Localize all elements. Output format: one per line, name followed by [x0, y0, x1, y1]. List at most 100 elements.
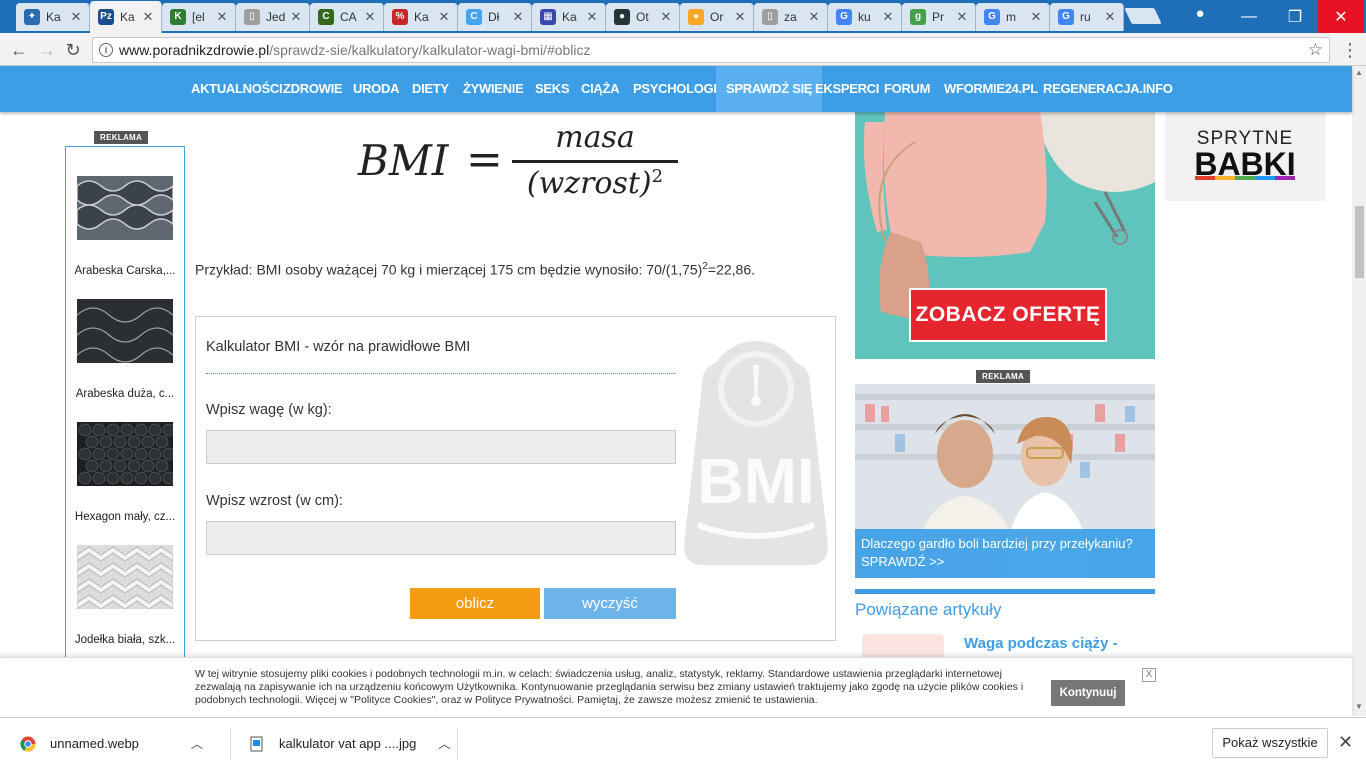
browser-tab[interactable]: g Pr ✕ [902, 3, 976, 31]
tab-close-icon[interactable]: ✕ [585, 9, 599, 25]
browser-tab[interactable]: K [el ✕ [162, 3, 236, 31]
tab-close-icon[interactable]: ✕ [1029, 9, 1043, 25]
download-filename: kalkulator vat app ....jpg [279, 736, 417, 751]
nav-item-regeneracja[interactable]: REGENERACJA.INFO [1043, 66, 1173, 112]
browser-tab[interactable]: C CA ✕ [310, 3, 384, 31]
sweater-ad[interactable]: ZOBACZ OFERTĘ [855, 112, 1155, 359]
tile-hexagon-image [77, 422, 176, 486]
nav-item-uroda[interactable]: URODA [353, 66, 399, 112]
chrome-file-icon [20, 736, 36, 752]
browser-tab[interactable]: C Dł ✕ [458, 3, 532, 31]
browser-tab[interactable]: ● Ot ✕ [606, 3, 680, 31]
browser-toolbar: ← → ↻ i www.poradnikzdrowie.pl/sprawdz-s… [0, 33, 1366, 66]
tab-close-icon[interactable]: ✕ [1103, 9, 1117, 25]
minimize-button[interactable]: — [1226, 0, 1272, 33]
cookie-text: W tej witrynie stosujemy pliki cookies i… [195, 668, 1024, 706]
bookmark-star-icon[interactable]: ☆ [1308, 38, 1323, 62]
nav-item-sprawdz-sie[interactable]: SPRAWDŹ SIĘ [716, 66, 823, 112]
ad-product[interactable]: Arabeska Carska,... [66, 176, 184, 277]
zobacz-oferte-button[interactable]: ZOBACZ OFERTĘ [909, 288, 1107, 342]
calculator-title: Kalkulator BMI - wzór na prawidłowe BMI [206, 339, 471, 355]
browser-tab[interactable]: ▯ za ✕ [754, 3, 828, 31]
browser-tab[interactable]: Gm ✕ [976, 3, 1050, 31]
browser-tab[interactable]: ▦ Ka ✕ [532, 3, 606, 31]
left-ad-panel[interactable]: Arabeska Carska,... Arabeska duża, c... … [65, 146, 185, 666]
tab-close-icon[interactable]: ✕ [141, 9, 155, 25]
ad-product-name: Jodełka biała, szk... [74, 634, 176, 646]
tab-favicon-icon: ▯ [244, 9, 260, 25]
scroll-up-icon[interactable]: ▲ [1352, 68, 1366, 80]
weight-input[interactable] [206, 430, 676, 464]
tab-close-icon[interactable]: ✕ [511, 9, 525, 25]
tab-close-icon[interactable]: ✕ [289, 9, 303, 25]
browser-tab[interactable]: Gku ✕ [828, 3, 902, 31]
cookie-close-icon[interactable]: X [1142, 668, 1156, 682]
forward-arrow-icon[interactable]: → [36, 39, 58, 61]
profile-icon[interactable]: ● [1190, 5, 1210, 25]
chevron-up-icon[interactable]: ︿ [438, 735, 450, 752]
related-article-link[interactable]: Waga podczas ciąży - [964, 635, 1118, 652]
address-bar[interactable]: i www.poradnikzdrowie.pl/sprawdz-sie/kal… [92, 37, 1330, 63]
tab-label: Or [710, 10, 724, 24]
browser-tab[interactable]: Pz Ka ✕ [90, 1, 162, 33]
pharmacy-ad[interactable]: Dlaczego gardło boli bardziej przy przeł… [855, 384, 1155, 578]
tab-close-icon[interactable]: ✕ [659, 9, 673, 25]
nav-item-wformie24[interactable]: WFORMIE24.PL [944, 66, 1038, 112]
height-input[interactable] [206, 521, 676, 555]
download-filename: unnamed.webp [50, 736, 139, 751]
browser-tab[interactable]: ● Or ✕ [680, 3, 754, 31]
tab-favicon-icon: G [836, 9, 852, 25]
babki-color-stripe [1195, 176, 1295, 180]
download-item[interactable]: kalkulator vat app ....jpg ︿ [249, 718, 450, 768]
tab-label: m [1006, 10, 1016, 24]
restore-button[interactable]: ❐ [1272, 0, 1318, 33]
ad-product[interactable]: Arabeska duża, c... [66, 299, 184, 400]
calculate-button[interactable]: oblicz [410, 588, 540, 619]
tab-close-icon[interactable]: ✕ [363, 9, 377, 25]
chevron-up-icon[interactable]: ︿ [191, 735, 203, 752]
tab-close-icon[interactable]: ✕ [881, 9, 895, 25]
download-separator [230, 728, 231, 760]
info-icon[interactable]: i [99, 43, 113, 57]
download-item[interactable]: unnamed.webp ︿ [20, 718, 203, 768]
nav-item-ciaza[interactable]: CIĄŻA [581, 66, 620, 112]
ad-product-name: Arabeska Carska,... [74, 265, 176, 277]
nav-item-zdrowie[interactable]: ZDROWIE [283, 66, 343, 112]
nav-item-eksperci[interactable]: EKSPERCI [815, 66, 879, 112]
browser-tab[interactable]: ✦ Ka ✕ [16, 3, 90, 31]
tab-label: Ka [414, 10, 429, 24]
tab-label: CA [340, 10, 357, 24]
browser-tab[interactable]: % Ka ✕ [384, 3, 458, 31]
tab-close-icon[interactable]: ✕ [437, 9, 451, 25]
tab-close-icon[interactable]: ✕ [807, 9, 821, 25]
new-tab-button[interactable] [1124, 8, 1162, 24]
nav-item-diety[interactable]: DIETY [412, 66, 449, 112]
nav-item-psychologia[interactable]: PSYCHOLOGIA [633, 66, 726, 112]
clear-button[interactable]: wyczyść [544, 588, 676, 619]
browser-tab[interactable]: Gru ✕ [1050, 3, 1124, 31]
tab-label: Ot [636, 10, 649, 24]
reload-icon[interactable]: ↻ [62, 39, 84, 61]
tab-close-icon[interactable]: ✕ [215, 9, 229, 25]
nav-item-seks[interactable]: SEKS [535, 66, 570, 112]
tab-close-icon[interactable]: ✕ [955, 9, 969, 25]
tab-close-icon[interactable]: ✕ [733, 9, 747, 25]
ad-product[interactable]: Hexagon mały, cz... [66, 422, 184, 523]
scrollbar-thumb[interactable] [1355, 206, 1364, 278]
tab-close-icon[interactable]: ✕ [69, 9, 83, 25]
nav-item-forum[interactable]: FORUM [884, 66, 930, 112]
height-label: Wpisz wzrost (w cm): [206, 493, 343, 509]
close-shelf-icon[interactable]: ✕ [1338, 732, 1353, 753]
close-window-button[interactable]: ✕ [1318, 0, 1364, 33]
ad-product[interactable]: Jodełka biała, szk... [66, 545, 184, 646]
page-scrollbar[interactable]: ▲ ▼ [1352, 66, 1366, 716]
nav-item-aktualnosci[interactable]: AKTUALNOŚCI [191, 66, 283, 112]
nav-item-zywienie[interactable]: ŻYWIENIE [463, 66, 524, 112]
cookie-continue-button[interactable]: Kontynuuj [1051, 680, 1125, 706]
show-all-downloads-button[interactable]: Pokaż wszystkie [1212, 728, 1328, 758]
browser-tab[interactable]: ▯ Jed ✕ [236, 3, 310, 31]
back-arrow-icon[interactable]: ← [8, 39, 30, 61]
browser-menu-icon[interactable]: ⋮ [1340, 40, 1360, 60]
sprytne-babki-ad[interactable]: SPRYTNE BABKI [1165, 112, 1325, 201]
scroll-down-icon[interactable]: ▼ [1352, 702, 1366, 714]
